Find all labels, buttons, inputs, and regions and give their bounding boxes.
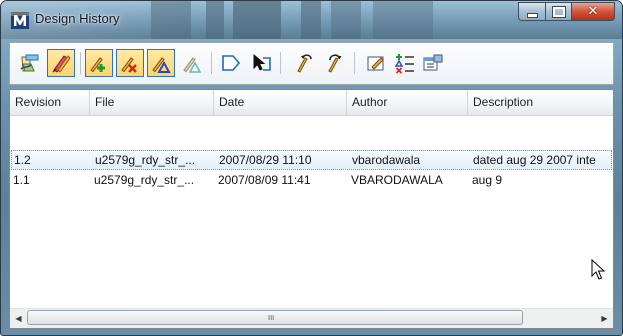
add-element-icon	[90, 57, 105, 73]
scroll-left-button[interactable]: ◀	[10, 309, 27, 327]
redo-icon	[328, 54, 342, 73]
redo-button[interactable]	[321, 49, 349, 77]
cell-description: aug 9	[472, 173, 503, 187]
select-element-button[interactable]	[247, 49, 275, 77]
open-history-button[interactable]	[16, 49, 44, 77]
chevron-left-icon: ◀	[15, 313, 22, 323]
cell-file: u2579g_rdy_str_...	[94, 173, 195, 187]
revision-table: Revision File Date Author Description 1.…	[9, 89, 614, 329]
list-changes-button[interactable]	[391, 49, 419, 77]
column-header-description[interactable]: Description	[468, 90, 613, 115]
column-header-file[interactable]: File	[90, 90, 214, 115]
column-header-revision[interactable]: Revision	[10, 90, 90, 115]
annotate-icon	[52, 55, 71, 73]
maximize-button[interactable]	[545, 2, 571, 21]
toolbar	[9, 42, 614, 85]
select-button[interactable]	[216, 49, 244, 77]
grip-icon: III	[268, 314, 275, 322]
table-row[interactable]: 1.2 u2579g_rdy_str_... 2007/08/29 11:10 …	[11, 150, 612, 170]
edit-description-button[interactable]	[362, 49, 390, 77]
table-row[interactable]: 1.1 u2579g_rdy_str_... 2007/08/09 11:41 …	[11, 171, 612, 191]
show-changes-icon	[183, 57, 202, 73]
design-history-window: Design History ✕ Revision File Date Auth…	[0, 0, 623, 336]
delete-element-icon	[121, 57, 137, 73]
close-icon: ✕	[587, 4, 599, 19]
modify-element-button[interactable]	[147, 49, 175, 77]
annotate-button[interactable]	[47, 49, 75, 77]
undo-button[interactable]	[290, 49, 318, 77]
title-bar[interactable]: Design History ✕	[1, 1, 622, 39]
chevron-right-icon: ▶	[601, 313, 608, 323]
select-element-icon	[253, 53, 271, 71]
maximize-icon	[551, 5, 566, 18]
delete-element-button[interactable]	[116, 49, 144, 77]
edit-description-icon	[367, 56, 384, 71]
table-header: Revision File Date Author Description	[10, 90, 613, 116]
add-element-button[interactable]	[85, 49, 113, 77]
properties-button[interactable]	[419, 49, 447, 77]
cell-description: dated aug 29 2007 inte	[473, 153, 596, 167]
cell-revision: 1.2	[14, 153, 31, 167]
properties-icon	[423, 54, 443, 71]
cell-author: vbarodawala	[352, 153, 421, 167]
show-changes-button[interactable]	[178, 49, 206, 77]
horizontal-scrollbar[interactable]: ◀ III ▶	[10, 308, 613, 328]
undo-icon	[297, 54, 312, 73]
close-button[interactable]: ✕	[571, 2, 615, 21]
minimize-icon	[526, 12, 538, 18]
column-header-author[interactable]: Author	[347, 90, 468, 115]
caption-buttons: ✕	[518, 2, 615, 22]
cell-file: u2579g_rdy_str_...	[95, 153, 196, 167]
cell-revision: 1.1	[13, 173, 30, 187]
column-header-date[interactable]: Date	[214, 90, 347, 115]
scroll-right-button[interactable]: ▶	[596, 309, 613, 327]
cell-author: VBARODAWALA	[351, 173, 443, 187]
mouse-cursor-icon	[591, 259, 605, 280]
window-title: Design History	[35, 11, 120, 26]
select-icon	[222, 55, 241, 71]
minimize-button[interactable]	[518, 2, 545, 21]
cell-date: 2007/08/29 11:10	[219, 153, 312, 167]
list-changes-icon	[394, 54, 414, 74]
modify-element-icon	[152, 57, 171, 73]
open-history-icon	[20, 54, 39, 72]
cell-date: 2007/08/09 11:41	[218, 173, 311, 187]
scrollbar-thumb[interactable]: III	[27, 310, 523, 325]
app-icon[interactable]	[11, 12, 29, 29]
